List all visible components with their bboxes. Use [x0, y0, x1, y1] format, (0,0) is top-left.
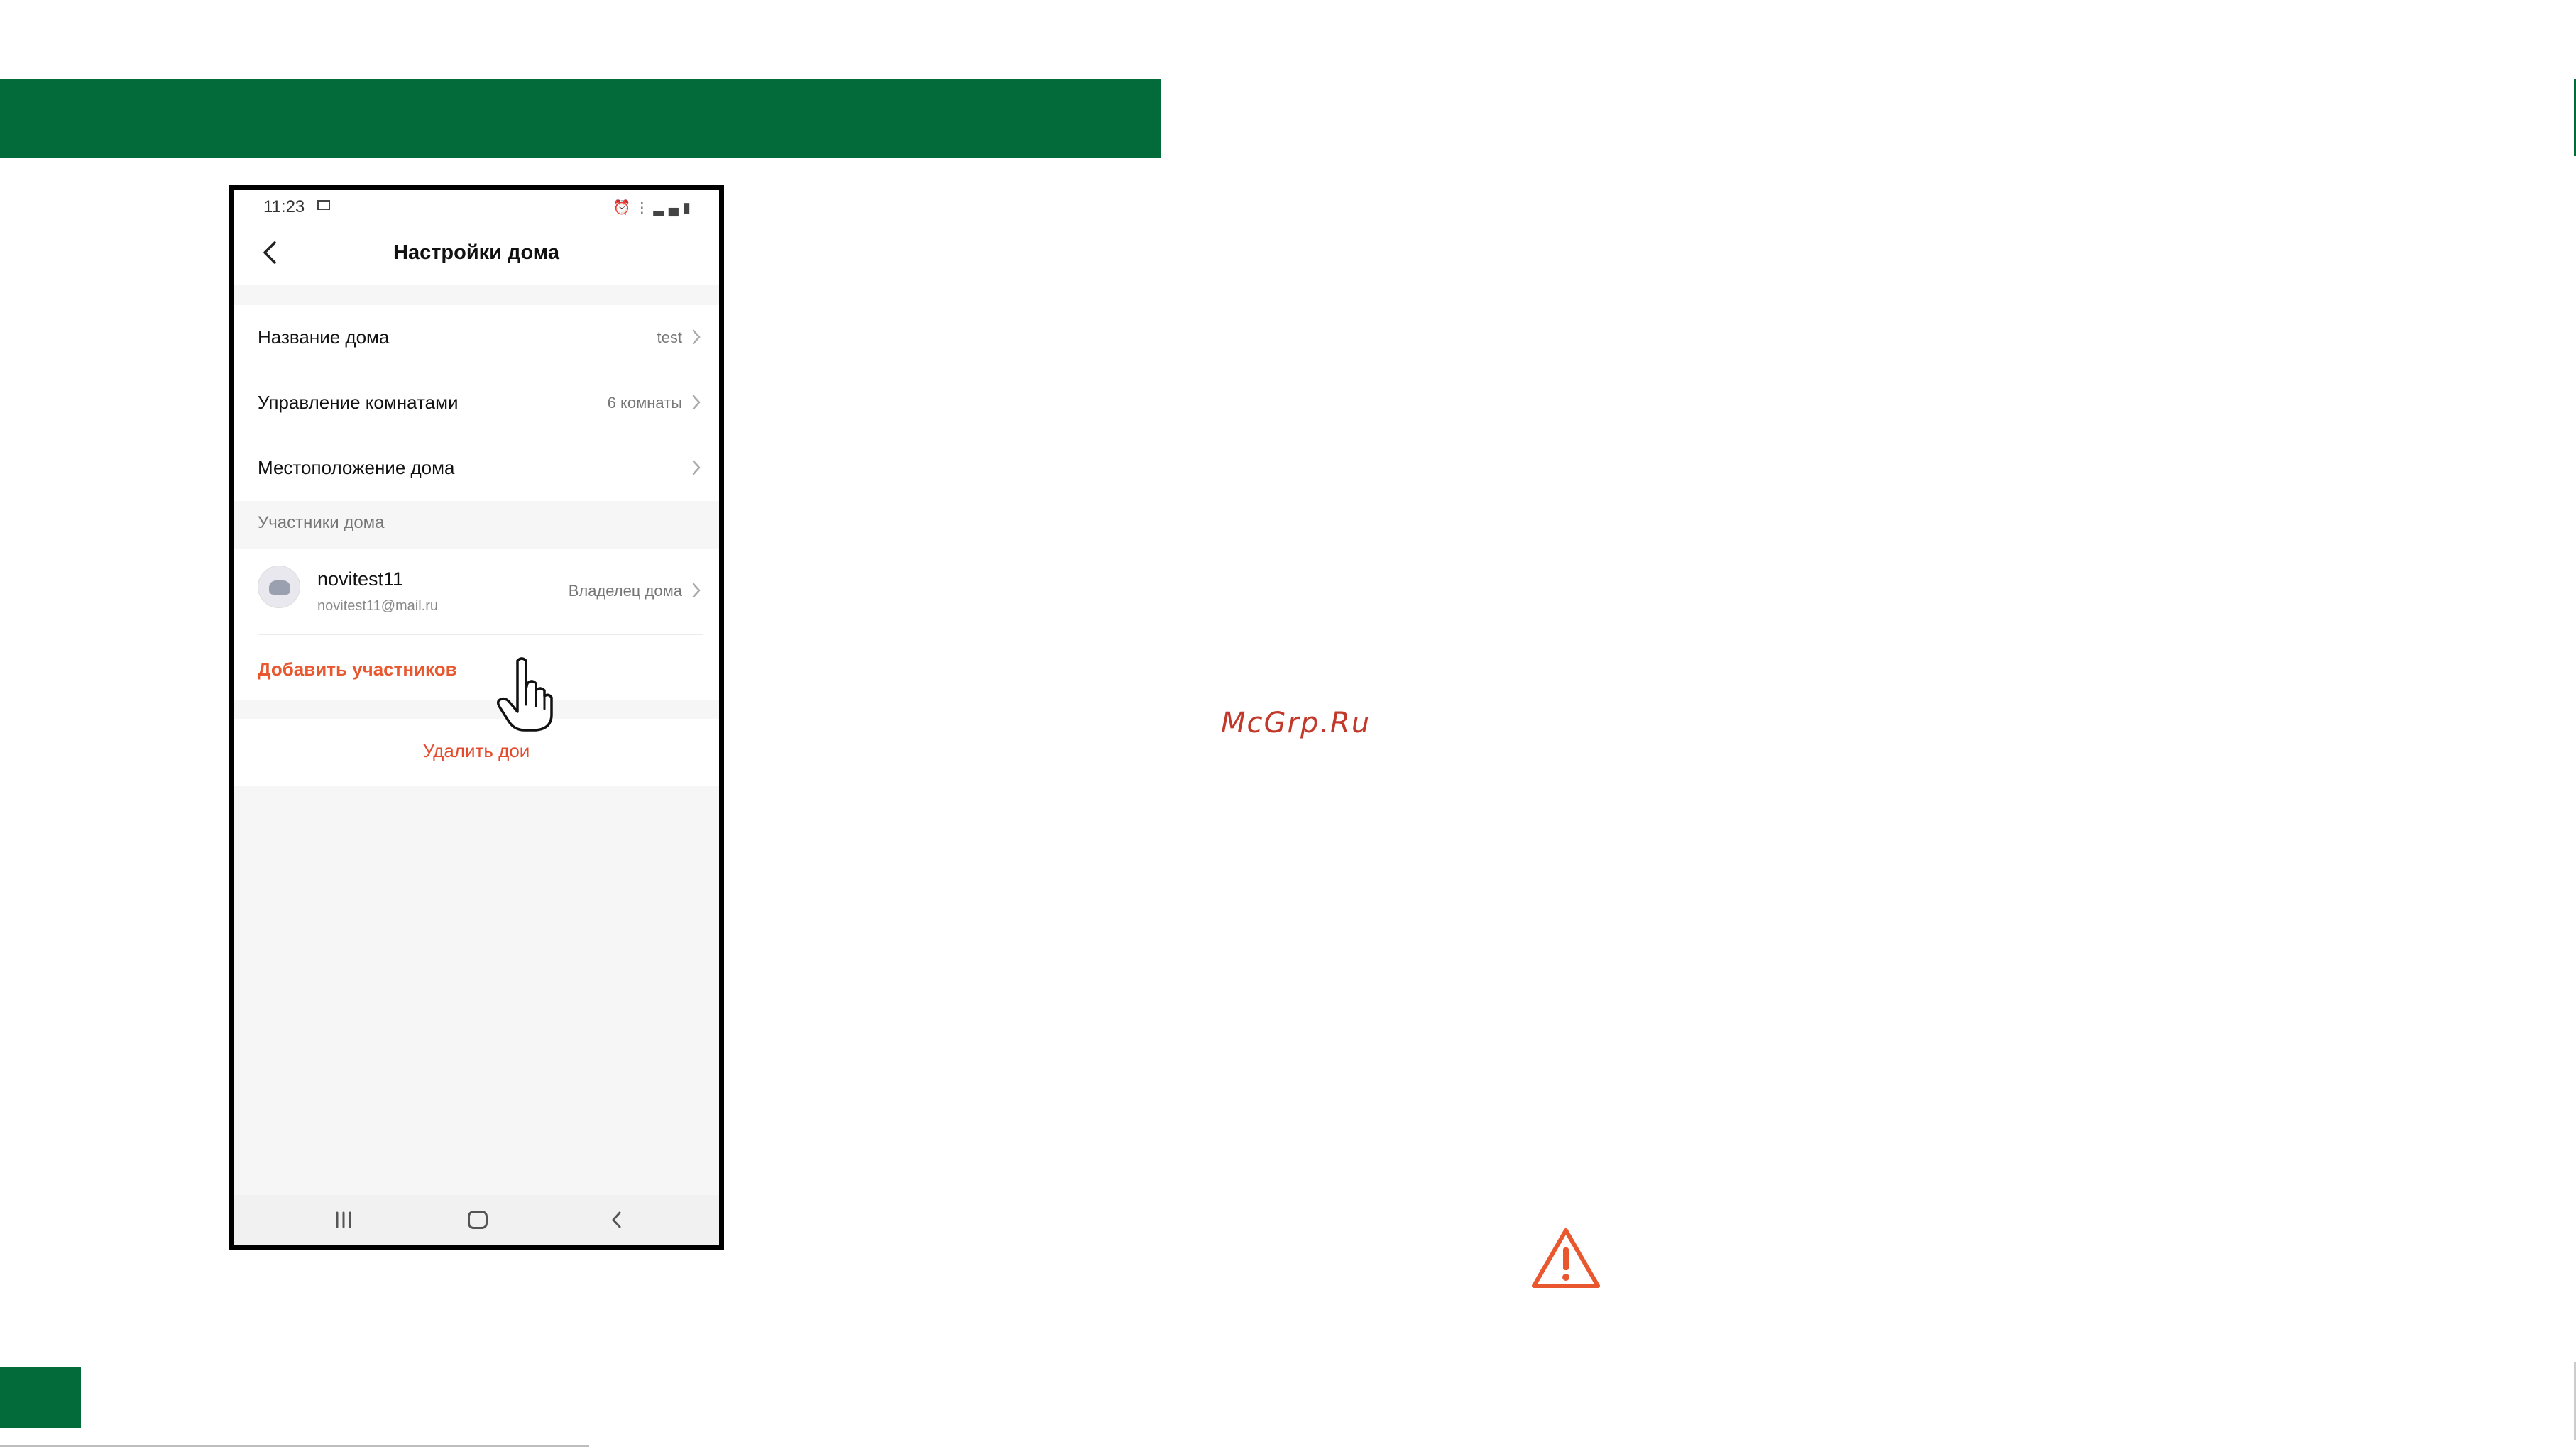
chevron-right-icon	[692, 329, 701, 345]
members-section-label: Участники дома	[258, 513, 385, 532]
setting-home-name[interactable]: Название дома test	[234, 305, 719, 370]
status-icons: ⏰⋮▂▄▮	[613, 199, 695, 216]
settings-group: Название дома test Управление комнатами …	[234, 305, 719, 501]
setting-label: Название дома	[258, 326, 390, 348]
delete-group: Удалить дои	[234, 719, 719, 786]
recent-apps-icon[interactable]	[333, 1211, 354, 1229]
member-role: Владелец дома	[568, 582, 682, 600]
phone-screenshot: 11:23 ⏰⋮▂▄▮ Настройки дома Название дома…	[229, 185, 724, 1250]
page-title: Настройки дома	[393, 241, 559, 264]
delete-home-button[interactable]: Удалить дои	[234, 740, 719, 762]
system-nav-bar	[234, 1195, 719, 1245]
setting-room-management[interactable]: Управление комнатами 6 комнаты	[234, 370, 719, 436]
member-row[interactable]: novitest11 novitest11@mail.ru Владелец д…	[234, 549, 719, 634]
warning-triangle-icon	[1532, 1228, 1600, 1288]
members-group: novitest11 novitest11@mail.ru Владелец д…	[234, 549, 719, 700]
wifi-icon: ⋮	[635, 200, 654, 216]
setting-value: 6 комнаты	[607, 394, 682, 412]
setting-home-location[interactable]: Местоположение дома	[234, 436, 719, 501]
chevron-right-icon	[692, 395, 701, 410]
watermark: McGrp.Ru	[1221, 707, 1371, 739]
app-header: Настройки дома	[234, 224, 719, 285]
setting-value: test	[657, 329, 682, 346]
signal-icon: ▂▄	[653, 200, 683, 216]
footer-line	[0, 1445, 589, 1447]
chevron-right-icon	[692, 583, 701, 598]
back-icon[interactable]	[608, 1209, 625, 1230]
battery-icon: ▮	[682, 200, 695, 216]
avatar	[258, 566, 300, 608]
add-members-button[interactable]: Добавить участников	[258, 659, 457, 681]
header-banner	[0, 79, 1161, 158]
divider	[258, 634, 703, 635]
status-bar: 11:23 ⏰⋮▂▄▮	[234, 190, 719, 224]
alarm-icon: ⏰	[613, 200, 635, 216]
member-name: novitest11	[317, 568, 404, 590]
hand-pointer-icon	[496, 657, 553, 732]
setting-label: Управление комнатами	[258, 392, 459, 413]
setting-label: Местоположение дома	[258, 457, 455, 478]
chevron-right-icon	[692, 460, 701, 475]
footer-block	[0, 1367, 81, 1428]
home-icon[interactable]	[468, 1211, 488, 1229]
status-time: 11:23	[263, 197, 305, 216]
member-email: novitest11@mail.ru	[317, 598, 438, 614]
image-icon	[317, 200, 330, 210]
